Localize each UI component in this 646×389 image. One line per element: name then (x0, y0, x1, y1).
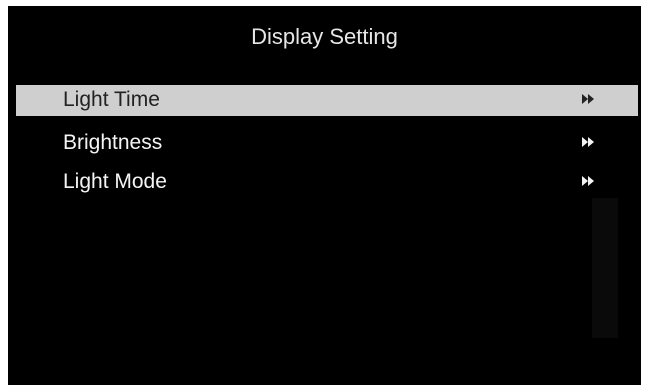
menu-item-label: Light Time (63, 88, 160, 111)
menu-item-label: Brightness (63, 131, 163, 154)
screen-title: Display Setting (251, 24, 398, 49)
menu-item-label: Light Mode (63, 170, 167, 193)
display-setting-screen: Display Setting Light Time Brightness Li… (8, 6, 641, 385)
double-arrow-right-icon (582, 94, 594, 104)
double-arrow-right-icon (582, 176, 594, 186)
scrollbar-track[interactable] (592, 198, 618, 338)
double-arrow-right-icon (582, 137, 594, 147)
menu-item-light-mode[interactable]: Light Mode (16, 167, 638, 198)
menu-item-light-time[interactable]: Light Time (16, 85, 638, 116)
menu-item-brightness[interactable]: Brightness (16, 128, 638, 159)
